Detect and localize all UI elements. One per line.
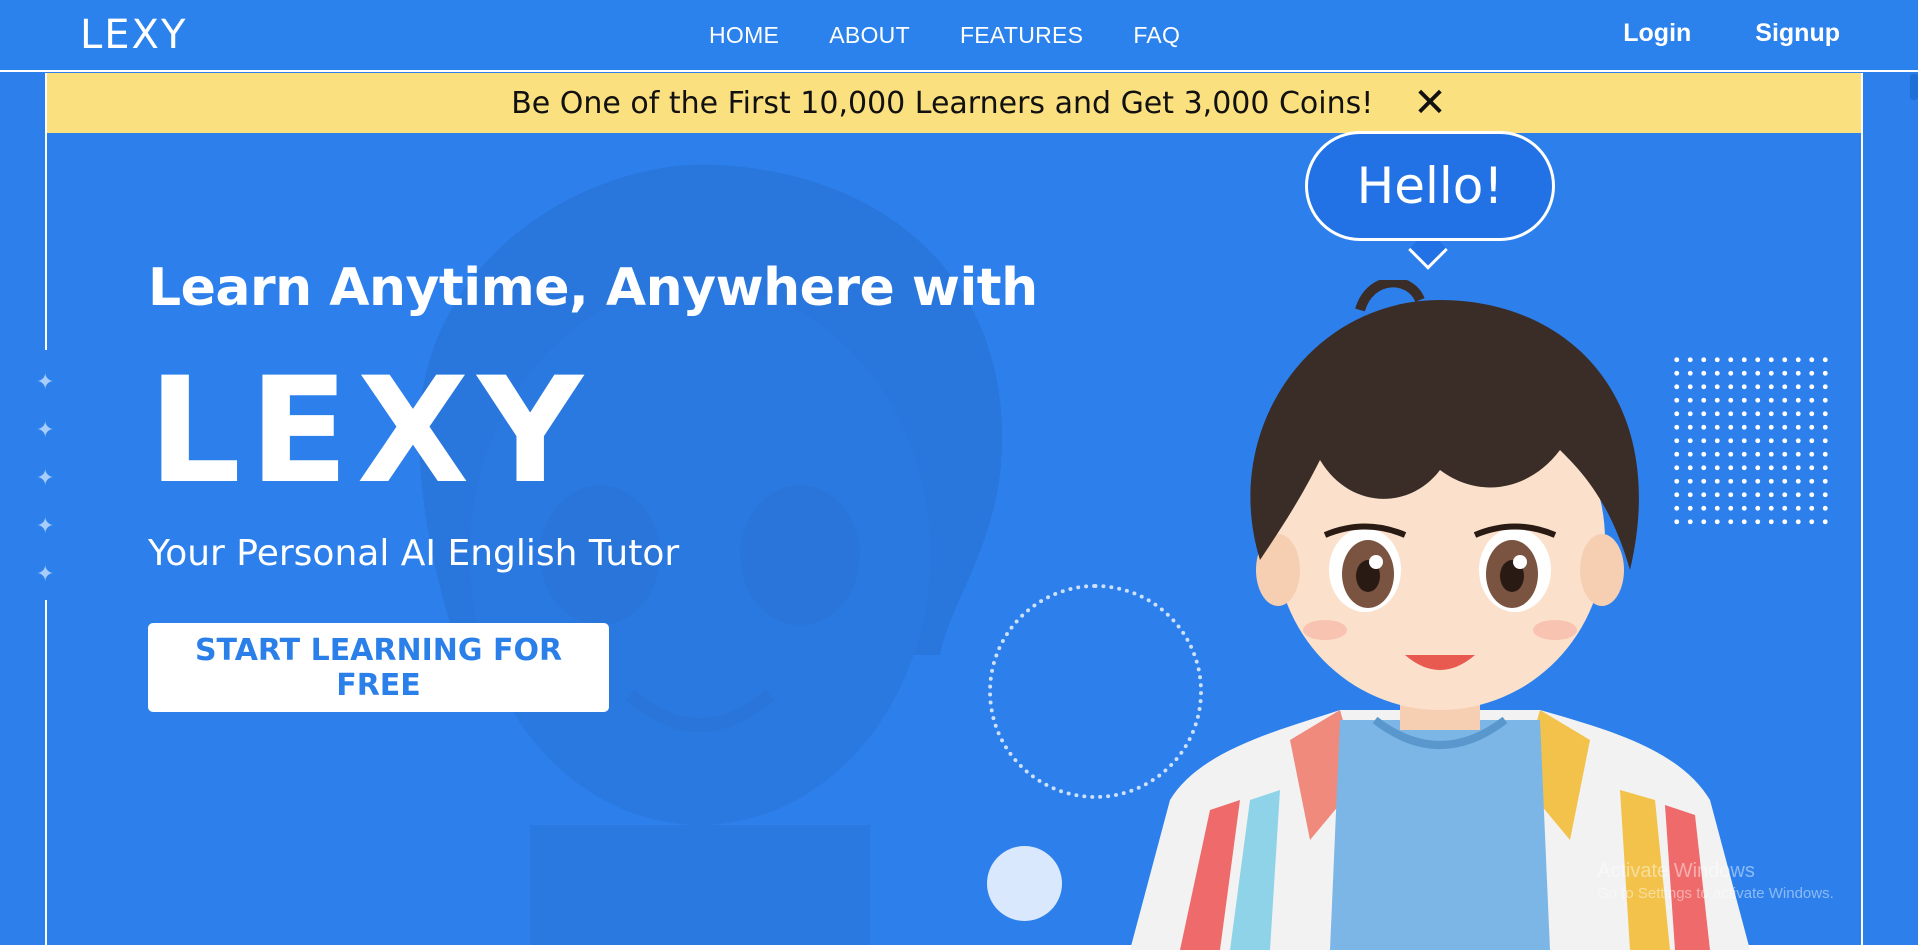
speech-bubble: Hello! <box>1305 131 1555 241</box>
nav-features[interactable]: FEATURES <box>960 22 1083 49</box>
circle-decoration <box>987 846 1062 921</box>
frame-line-right <box>1861 73 1863 950</box>
watermark-subtitle: Go to Settings to activate Windows. <box>1597 885 1834 902</box>
main-nav: HOME ABOUT FEATURES FAQ <box>709 22 1180 49</box>
hero-brand-logo: LEXY <box>148 346 592 516</box>
close-icon[interactable]: ✕ <box>1413 83 1447 123</box>
speech-text: Hello! <box>1356 157 1504 215</box>
sparkle-column: ✦ ✦ ✦ ✦ ✦ <box>36 370 54 586</box>
sparkle-icon: ✦ <box>36 369 55 394</box>
activate-windows-watermark: Activate Windows Go to Settings to activ… <box>1597 860 1834 902</box>
nav-about[interactable]: ABOUT <box>829 22 910 49</box>
sparkle-icon: ✦ <box>36 465 55 490</box>
mascot-illustration <box>1130 280 1750 950</box>
signup-link[interactable]: Signup <box>1755 19 1840 48</box>
hero-tagline: Your Personal AI English Tutor <box>148 533 680 574</box>
promo-banner: Be One of the First 10,000 Learners and … <box>47 73 1861 133</box>
login-link[interactable]: Login <box>1623 19 1691 48</box>
site-logo[interactable]: LEXY <box>80 12 187 58</box>
scrollbar-thumb[interactable] <box>1910 74 1918 100</box>
sparkle-icon: ✦ <box>36 417 55 442</box>
sparkle-icon: ✦ <box>36 561 55 586</box>
auth-links: Login Signup <box>1623 19 1840 48</box>
hero-headline: Learn Anytime, Anywhere with <box>148 258 1038 318</box>
start-learning-button[interactable]: START LEARNING FOR FREE <box>148 623 609 712</box>
nav-faq[interactable]: FAQ <box>1133 22 1180 49</box>
promo-text: Be One of the First 10,000 Learners and … <box>511 85 1374 121</box>
top-navbar: LEXY HOME ABOUT FEATURES FAQ Login Signu… <box>0 0 1918 72</box>
sparkle-icon: ✦ <box>36 513 55 538</box>
nav-home[interactable]: HOME <box>709 22 779 49</box>
watermark-title: Activate Windows <box>1597 860 1755 882</box>
